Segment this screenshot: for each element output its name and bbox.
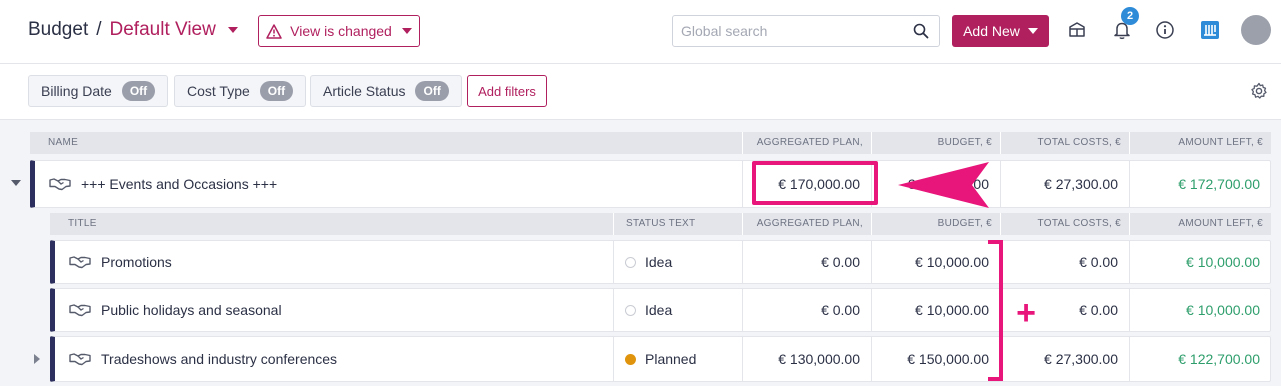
cell-aggregated-plan: € 0.00 xyxy=(742,241,871,283)
filter-label: Billing Date xyxy=(41,83,112,99)
cell-amount-left: € 172,700.00 xyxy=(1129,161,1271,207)
filter-article-status[interactable]: Article Status Off xyxy=(310,75,462,107)
filter-bar: Billing Date Off Cost Type Off Article S… xyxy=(0,64,1281,120)
expand-toggle[interactable] xyxy=(34,354,40,364)
box-icon[interactable] xyxy=(1067,20,1087,40)
cell-status: Idea xyxy=(613,289,742,331)
column-amount-left[interactable]: AMOUNT LEFT, € xyxy=(1129,132,1271,154)
column-budget[interactable]: BUDGET, € xyxy=(871,213,1000,235)
table-row[interactable]: Promotions Idea € 0.00 € 10,000.00 € 0.0… xyxy=(50,240,1271,284)
breadcrumb-root[interactable]: Budget xyxy=(28,19,88,41)
view-changed-button[interactable]: View is changed xyxy=(258,15,420,47)
column-aggregated-plan[interactable]: AGGREGATED PLAN, € xyxy=(742,132,871,170)
breadcrumb-separator: / xyxy=(96,19,102,40)
cell-budget: € 150,000.00 xyxy=(871,337,1000,381)
view-selector[interactable]: Default View xyxy=(110,19,216,41)
cell-budget: € 10,000.00 xyxy=(871,241,1000,283)
row-title: Public holidays and seasonal xyxy=(101,302,282,318)
cell-total-costs: € 0.00 xyxy=(1000,289,1129,331)
column-total-costs[interactable]: TOTAL COSTS, € xyxy=(1000,213,1129,235)
cell-budget: € 170,000.00 xyxy=(871,161,1000,207)
filter-toggle[interactable]: Off xyxy=(259,81,294,101)
breadcrumb: Budget / Default View xyxy=(28,19,238,41)
cell-amount-left: € 10,000.00 xyxy=(1129,289,1271,331)
cell-aggregated-plan: € 0.00 xyxy=(742,289,871,331)
add-new-label: Add New xyxy=(963,23,1020,39)
column-name[interactable]: NAME xyxy=(30,132,742,154)
global-search xyxy=(672,15,940,47)
cell-budget: € 10,000.00 xyxy=(871,289,1000,331)
chevron-down-icon[interactable] xyxy=(227,27,238,33)
view-changed-label: View is changed xyxy=(290,23,392,39)
status-text: Idea xyxy=(645,302,673,318)
column-total-costs[interactable]: TOTAL COSTS, € xyxy=(1000,132,1129,154)
cell-status: Planned xyxy=(613,337,742,381)
column-title[interactable]: TITLE xyxy=(50,213,613,235)
status-text: Planned xyxy=(645,351,697,367)
sub-table-header: TITLE STATUS TEXT AGGREGATED PLAN, € BUD… xyxy=(50,213,1271,251)
add-new-button[interactable]: Add New xyxy=(952,15,1049,47)
column-aggregated-plan[interactable]: AGGREGATED PLAN, € xyxy=(742,213,871,251)
status-dot-icon xyxy=(625,353,636,365)
filter-toggle[interactable]: Off xyxy=(121,81,156,101)
column-amount-left[interactable]: AMOUNT LEFT, € xyxy=(1129,213,1271,235)
top-bar: Budget / Default View View is changed Ad… xyxy=(0,0,1281,64)
handshake-icon xyxy=(69,353,91,366)
search-icon[interactable] xyxy=(913,23,929,39)
column-status-text[interactable]: STATUS TEXT xyxy=(613,213,742,235)
cell-total-costs: € 0.00 xyxy=(1000,241,1129,283)
row-title-cell: Tradeshows and industry conferences xyxy=(55,337,613,381)
cell-status: Idea xyxy=(613,241,742,283)
status-text: Idea xyxy=(645,254,673,270)
notification-badge: 2 xyxy=(1121,7,1139,25)
cell-total-costs: € 27,300.00 xyxy=(1000,337,1129,381)
chevron-down-icon xyxy=(401,28,412,34)
table-row[interactable]: Tradeshows and industry conferences Plan… xyxy=(50,336,1271,382)
row-name: +++ Events and Occasions +++ xyxy=(81,176,278,192)
row-title: Promotions xyxy=(101,254,172,270)
info-icon[interactable] xyxy=(1155,20,1175,40)
chevron-down-icon xyxy=(1027,28,1038,34)
gear-icon[interactable] xyxy=(1250,82,1268,100)
collapse-toggle[interactable] xyxy=(11,180,21,186)
app-icon[interactable] xyxy=(1200,20,1220,40)
cell-amount-left: € 122,700.00 xyxy=(1129,337,1271,381)
column-budget[interactable]: BUDGET, € xyxy=(871,132,1000,154)
cell-amount-left: € 10,000.00 xyxy=(1129,241,1271,283)
warning-icon xyxy=(266,23,282,39)
handshake-icon xyxy=(69,256,91,269)
table-row[interactable]: +++ Events and Occasions +++ € 170,000.0… xyxy=(30,160,1271,208)
row-name-cell: +++ Events and Occasions +++ xyxy=(35,161,742,207)
table-header: NAME AGGREGATED PLAN, € BUDGET, € TOTAL … xyxy=(30,132,1271,170)
search-input[interactable] xyxy=(673,16,903,46)
status-dot-icon xyxy=(625,304,636,316)
status-dot-icon xyxy=(625,256,636,268)
handshake-icon xyxy=(49,178,71,191)
cell-total-costs: € 27,300.00 xyxy=(1000,161,1129,207)
row-title-cell: Public holidays and seasonal xyxy=(55,289,613,331)
table-row[interactable]: Public holidays and seasonal Idea € 0.00… xyxy=(50,288,1271,332)
row-title-cell: Promotions xyxy=(55,241,613,283)
cell-aggregated-plan: € 130,000.00 xyxy=(742,337,871,381)
filter-label: Cost Type xyxy=(187,83,250,99)
filter-label: Article Status xyxy=(323,83,406,99)
filter-cost-type[interactable]: Cost Type Off xyxy=(174,75,307,107)
avatar[interactable] xyxy=(1241,15,1271,45)
filter-toggle[interactable]: Off xyxy=(415,81,449,101)
row-title: Tradeshows and industry conferences xyxy=(101,351,338,367)
handshake-icon xyxy=(69,304,91,317)
add-filters-button[interactable]: Add filters xyxy=(467,75,547,107)
filter-billing-date[interactable]: Billing Date Off xyxy=(28,75,169,107)
highlight-box xyxy=(752,161,878,205)
